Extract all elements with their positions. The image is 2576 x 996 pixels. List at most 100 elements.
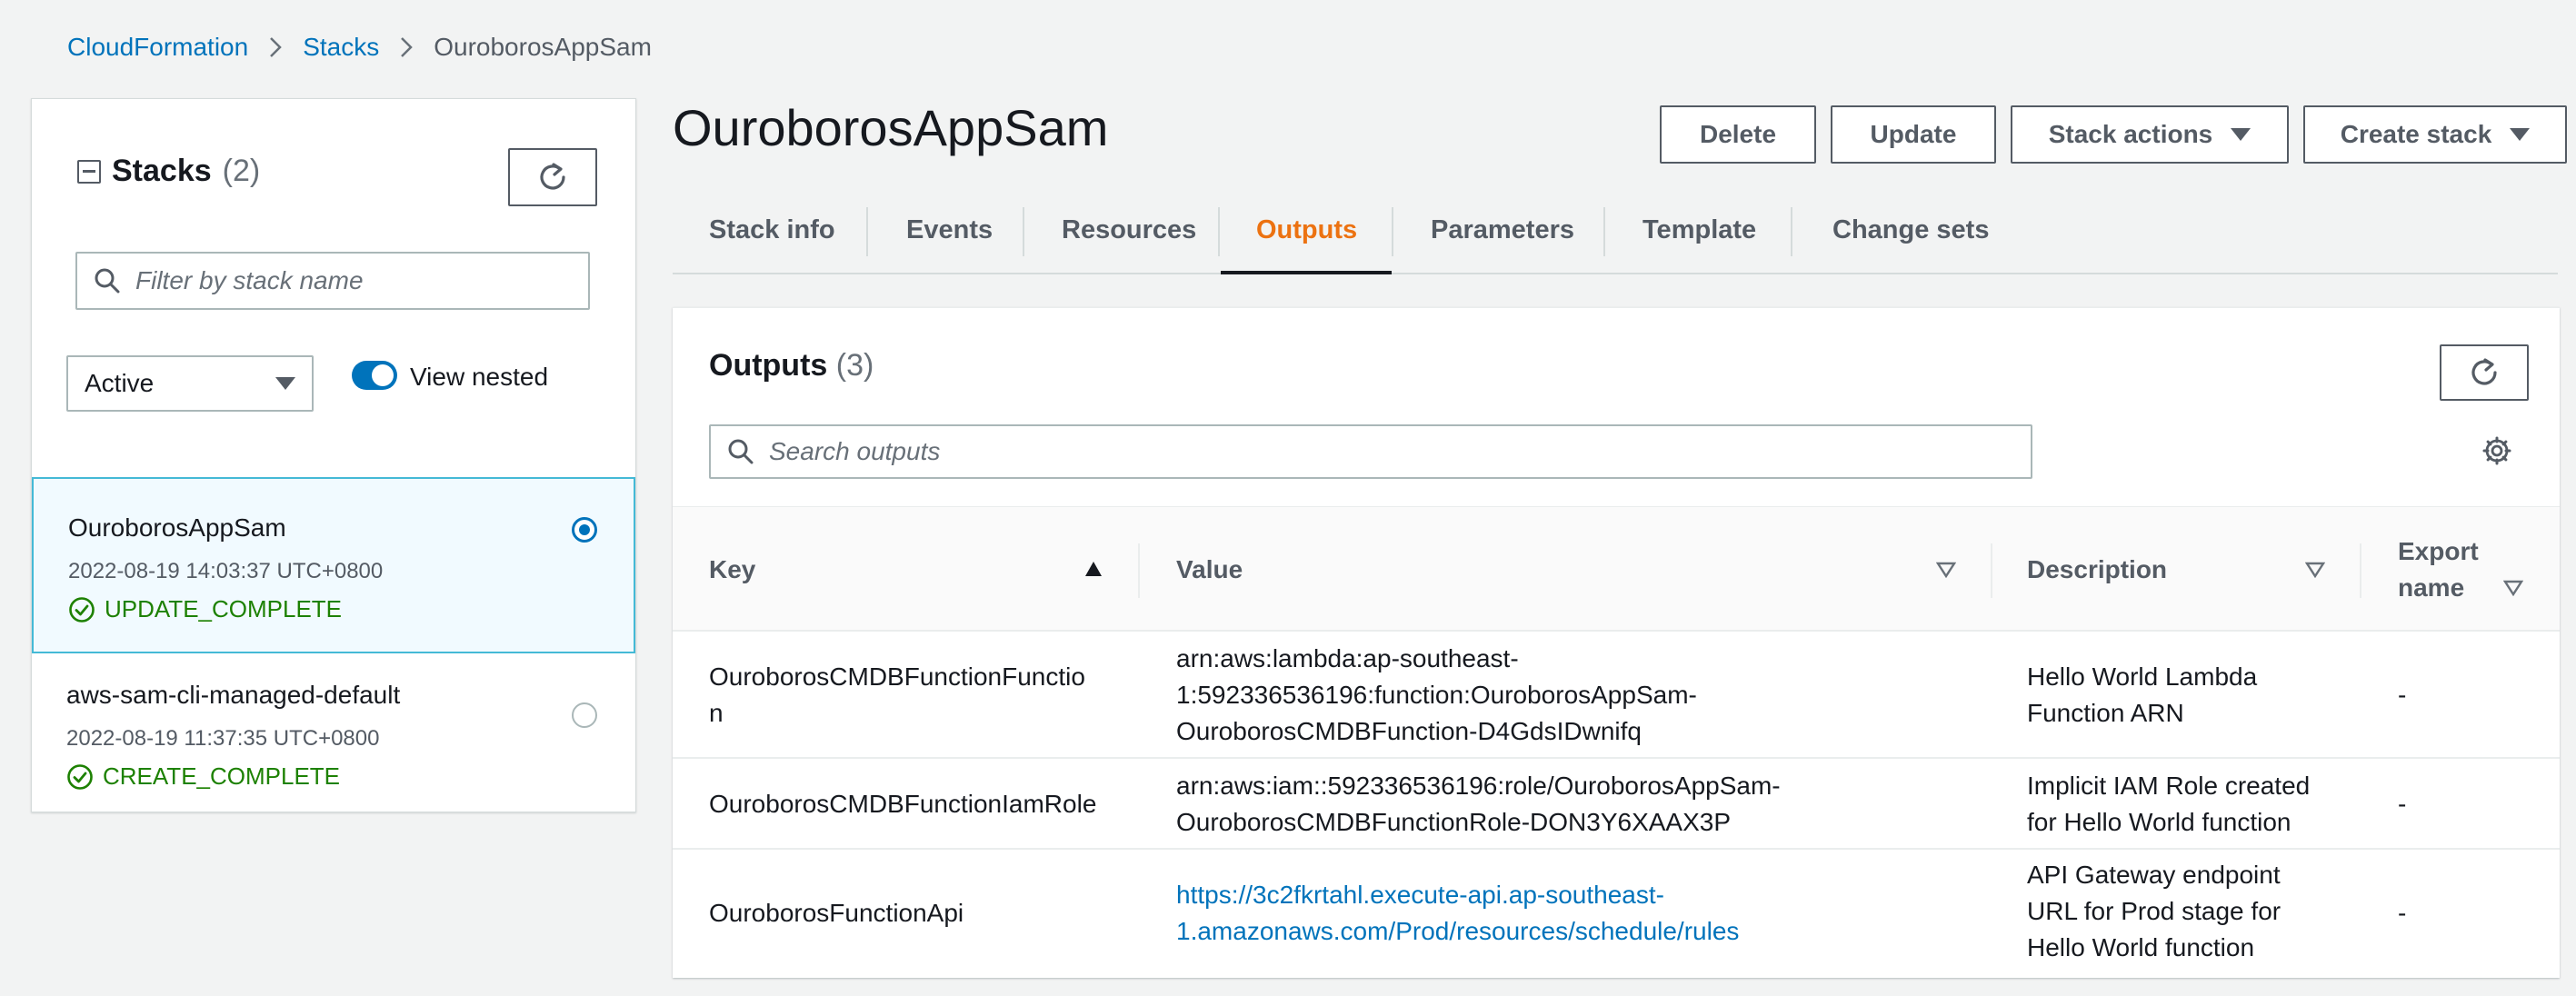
tab-divider — [1023, 207, 1024, 256]
caret-down-icon — [2231, 128, 2252, 141]
stacks-panel-title: Stacks — [112, 154, 212, 188]
output-value-line: arn:aws:lambda:ap-southeast- — [1176, 644, 1519, 672]
stack-filter-input[interactable]: Filter by stack name — [75, 252, 590, 310]
output-description-line: Hello World Lambda — [2027, 662, 2258, 691]
export-header-line2: name — [2398, 573, 2465, 602]
stack-filter-placeholder: Filter by stack name — [135, 266, 364, 294]
output-description-line: Hello World function — [2027, 933, 2255, 961]
sort-icon[interactable] — [1935, 562, 1957, 583]
tab-stack-info[interactable]: Stack info — [709, 187, 835, 273]
stack-status: UPDATE_COMPLETE — [68, 595, 342, 623]
stack-name: OuroborosAppSam — [68, 513, 286, 542]
output-key: OuroborosCMDBFunctionIamRole — [709, 790, 1097, 818]
output-value-line: arn:aws:iam::592336536196:role/Ouroboros… — [1176, 772, 1781, 800]
stack-status-selected: Active — [85, 369, 155, 397]
column-header-export-name[interactable]: Export name — [2398, 507, 2479, 632]
view-nested-toggle[interactable] — [352, 361, 397, 390]
page-title: OuroborosAppSam — [673, 99, 1109, 156]
tab-events[interactable]: Events — [906, 187, 993, 273]
output-value-line: OuroborosCMDBFunctionRole-DON3Y6XAAX3P — [1176, 808, 1732, 836]
delete-button[interactable]: Delete — [1660, 105, 1816, 164]
active-tab-indicator — [1221, 271, 1392, 274]
breadcrumb-stacks-link[interactable]: Stacks — [303, 33, 379, 62]
output-key-line: OuroborosCMDBFunctionFunctio — [709, 662, 1085, 691]
column-divider — [2360, 543, 2361, 598]
sort-icon[interactable] — [2304, 562, 2326, 583]
output-description-line: Implicit IAM Role created — [2027, 772, 2311, 800]
output-value: arn:aws:lambda:ap-southeast- 1:592336536… — [1176, 641, 1697, 750]
output-value-link[interactable]: https://3c2fkrtahl.execute-api.ap-southe… — [1176, 877, 1739, 950]
column-header-value[interactable]: Value — [1176, 507, 1243, 632]
tab-outputs[interactable]: Outputs — [1256, 187, 1357, 273]
tab-resources[interactable]: Resources — [1062, 187, 1196, 273]
output-export-name: - — [2398, 681, 2407, 709]
stacks-refresh-button[interactable] — [508, 148, 597, 206]
stack-status: CREATE_COMPLETE — [66, 762, 340, 791]
stack-name: aws-sam-cli-managed-default — [66, 681, 401, 709]
collapse-icon[interactable] — [77, 159, 101, 184]
output-description-line: API Gateway endpoint — [2027, 861, 2281, 889]
check-circle-icon — [69, 596, 95, 622]
sort-ascending-icon[interactable] — [1083, 560, 1103, 583]
output-key: OuroborosFunctionApi — [709, 899, 964, 927]
breadcrumb: CloudFormation Stacks OuroborosAppSam — [67, 27, 652, 67]
update-button[interactable]: Update — [1831, 105, 1996, 164]
output-description-line: URL for Prod stage for — [2027, 897, 2281, 925]
outputs-title: Outputs — [709, 348, 828, 383]
tab-divider — [1603, 207, 1605, 256]
stack-actions-button[interactable]: Stack actions — [2011, 105, 2289, 164]
tab-template[interactable]: Template — [1642, 187, 1756, 273]
output-value-line: OuroborosCMDBFunction-D4GdsIDwnifq — [1176, 717, 1642, 745]
stack-radio[interactable] — [572, 702, 597, 728]
breadcrumb-current: OuroborosAppSam — [434, 33, 652, 61]
output-value-line[interactable]: https://3c2fkrtahl.execute-api.ap-southe… — [1176, 877, 1739, 913]
outputs-header: Outputs (3) — [709, 348, 874, 383]
stacks-panel-header: Stacks (2) — [77, 154, 260, 189]
output-value-line[interactable]: 1.amazonaws.com/Prod/resources/schedule/… — [1176, 913, 1739, 950]
view-nested-label: View nested — [410, 363, 549, 391]
search-icon — [728, 439, 754, 464]
check-circle-icon — [67, 763, 93, 790]
outputs-panel: Outputs (3) Search outputs Key Value Des… — [673, 307, 2560, 978]
table-row: OuroborosCMDBFunctionFunctio n arn:aws:l… — [673, 632, 2560, 759]
stack-item-aws-sam-cli-managed-default[interactable]: aws-sam-cli-managed-default 2022-08-19 1… — [32, 655, 635, 812]
column-header-key[interactable]: Key — [709, 507, 755, 632]
refresh-icon — [2471, 358, 2497, 385]
create-stack-label: Create stack — [2340, 120, 2492, 148]
stack-status-text: CREATE_COMPLETE — [103, 762, 341, 790]
tab-change-sets[interactable]: Change sets — [1832, 187, 1989, 273]
create-stack-button[interactable]: Create stack — [2303, 105, 2567, 164]
column-divider — [1138, 543, 1140, 598]
stack-item-ouroborosappsam[interactable]: OuroborosAppSam 2022-08-19 14:03:37 UTC+… — [32, 477, 635, 653]
search-icon — [95, 268, 120, 294]
table-row: OuroborosFunctionApi https://3c2fkrtahl.… — [673, 850, 2560, 977]
output-description: Hello World Lambda Function ARN — [2027, 659, 2257, 732]
stack-tabs: Stack info Events Resources Outputs Para… — [673, 187, 2558, 274]
output-key-line: n — [709, 699, 724, 727]
stack-date: 2022-08-19 14:03:37 UTC+0800 — [68, 559, 384, 583]
stack-status-select[interactable]: Active — [66, 355, 314, 412]
tab-divider — [866, 207, 868, 256]
sort-icon[interactable] — [2502, 580, 2524, 601]
export-header-line1: Export — [2398, 537, 2479, 565]
chevron-right-icon — [268, 35, 283, 59]
stacks-count: (2) — [222, 154, 261, 188]
stack-date: 2022-08-19 11:37:35 UTC+0800 — [66, 726, 380, 751]
tab-divider — [1218, 207, 1220, 256]
outputs-count: (3) — [835, 348, 874, 383]
column-divider — [1991, 543, 1992, 598]
output-description-line: for Hello World function — [2027, 808, 2291, 836]
outputs-search-input[interactable]: Search outputs — [709, 424, 2032, 479]
caret-down-icon — [275, 377, 295, 390]
outputs-refresh-button[interactable] — [2440, 344, 2529, 401]
stack-radio-selected[interactable] — [572, 517, 597, 543]
gear-icon[interactable] — [2481, 435, 2512, 471]
tab-divider — [1392, 207, 1393, 256]
output-description: Implicit IAM Role created for Hello Worl… — [2027, 768, 2310, 841]
column-header-description[interactable]: Description — [2027, 507, 2167, 632]
output-export-name: - — [2398, 790, 2407, 818]
output-value: arn:aws:iam::592336536196:role/Ouroboros… — [1176, 768, 1781, 841]
breadcrumb-cloudformation-link[interactable]: CloudFormation — [67, 33, 248, 62]
output-description-line: Function ARN — [2027, 699, 2184, 727]
tab-parameters[interactable]: Parameters — [1431, 187, 1574, 273]
